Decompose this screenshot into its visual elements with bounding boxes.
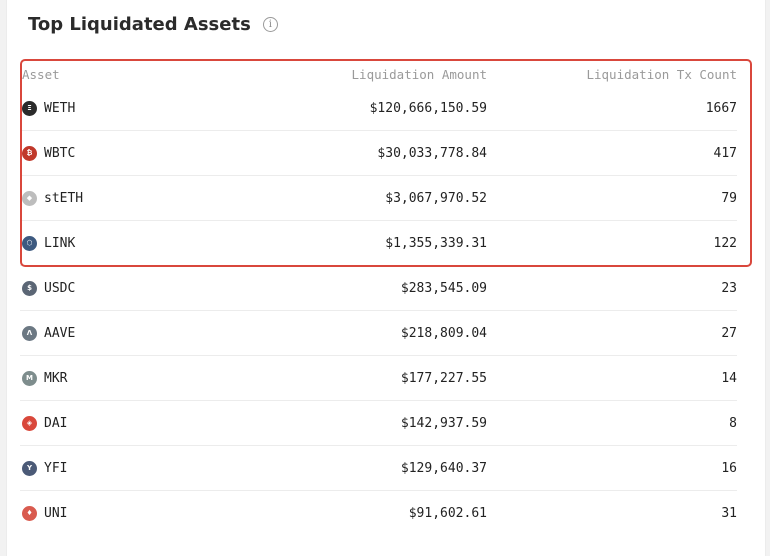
asset-name: MKR xyxy=(44,370,68,386)
liquidation-tx-count: 417 xyxy=(713,145,737,161)
asset-name: LINK xyxy=(44,235,76,251)
asset-cell: ◆ stETH xyxy=(22,176,83,220)
table-row[interactable]: ♦ UNI $91,602.61 31 xyxy=(20,491,737,535)
liquidation-amount: $218,809.04 xyxy=(400,325,487,341)
asset-cell: ⬡ LINK xyxy=(22,221,75,265)
liquidation-amount: $3,067,970.52 xyxy=(385,190,487,206)
liquidation-amount: $120,666,150.59 xyxy=(369,100,487,116)
liquidation-amount: $283,545.09 xyxy=(400,280,487,296)
column-header-count[interactable]: Liquidation Tx Count xyxy=(586,62,737,86)
asset-cell: Λ AAVE xyxy=(22,311,75,355)
steth-icon: ◆ xyxy=(22,190,37,206)
liquidation-tx-count: 16 xyxy=(721,460,737,476)
liquidation-amount: $91,602.61 xyxy=(408,505,487,521)
liquidation-amount: $129,640.37 xyxy=(400,460,487,476)
card-header: Top Liquidated Assets i xyxy=(28,10,278,38)
table-row[interactable]: $ USDC $283,545.09 23 xyxy=(20,266,737,311)
asset-name: DAI xyxy=(44,415,68,431)
liquidation-tx-count: 8 xyxy=(729,415,737,431)
liquidation-tx-count: 14 xyxy=(721,370,737,386)
table-row[interactable]: ⬡ LINK $1,355,339.31 122 xyxy=(20,221,737,266)
table-row[interactable]: M MKR $177,227.55 14 xyxy=(20,356,737,401)
asset-cell: M MKR xyxy=(22,356,67,400)
asset-cell: $ USDC xyxy=(22,266,75,310)
liquidation-amount: $142,937.59 xyxy=(400,415,487,431)
asset-cell: Y YFI xyxy=(22,446,67,490)
asset-cell: ◈ DAI xyxy=(22,401,67,445)
info-icon[interactable]: i xyxy=(262,16,278,32)
table-row[interactable]: Λ AAVE $218,809.04 27 xyxy=(20,311,737,356)
asset-name: YFI xyxy=(44,460,68,476)
aave-icon: Λ xyxy=(22,325,37,341)
table-row[interactable]: ◆ stETH $3,067,970.52 79 xyxy=(20,176,737,221)
asset-name: USDC xyxy=(44,280,76,296)
wbtc-icon: ₿ xyxy=(22,145,37,161)
assets-table: Asset Liquidation Amount Liquidation Tx … xyxy=(20,62,737,535)
asset-cell: Ξ WETH xyxy=(22,86,75,130)
weth-icon: Ξ xyxy=(22,100,37,116)
liquidation-tx-count: 31 xyxy=(721,505,737,521)
liquidation-amount: $30,033,778.84 xyxy=(377,145,487,161)
asset-cell: ₿ WBTC xyxy=(22,131,75,175)
table-row[interactable]: Y YFI $129,640.37 16 xyxy=(20,446,737,491)
dai-icon: ◈ xyxy=(22,415,37,431)
table-row[interactable]: ◈ DAI $142,937.59 8 xyxy=(20,401,737,446)
yfi-icon: Y xyxy=(22,460,37,476)
link-icon: ⬡ xyxy=(22,235,37,251)
mkr-icon: M xyxy=(22,370,37,386)
asset-name: UNI xyxy=(44,505,68,521)
table-header: Asset Liquidation Amount Liquidation Tx … xyxy=(20,62,737,86)
page-title: Top Liquidated Assets xyxy=(28,13,251,35)
liquidation-tx-count: 122 xyxy=(713,235,737,251)
table-body: Ξ WETH $120,666,150.59 1667 ₿ WBTC $30,033,778… xyxy=(20,86,737,535)
liquidation-tx-count: 79 xyxy=(721,190,737,206)
table-row[interactable]: Ξ WETH $120,666,150.59 1667 xyxy=(20,86,737,131)
asset-name: WETH xyxy=(44,100,76,116)
liquidation-amount: $1,355,339.31 xyxy=(385,235,487,251)
usdc-icon: $ xyxy=(22,280,37,296)
asset-name: AAVE xyxy=(44,325,76,341)
liquidation-amount: $177,227.55 xyxy=(400,370,487,386)
liquidation-tx-count: 1667 xyxy=(705,100,737,116)
asset-name: stETH xyxy=(44,190,84,206)
liquidation-tx-count: 27 xyxy=(721,325,737,341)
column-header-amount[interactable]: Liquidation Amount xyxy=(352,62,487,86)
asset-cell: ♦ UNI xyxy=(22,491,67,535)
uni-icon: ♦ xyxy=(22,505,37,521)
column-header-asset[interactable]: Asset xyxy=(22,62,60,86)
asset-name: WBTC xyxy=(44,145,76,161)
liquidation-tx-count: 23 xyxy=(721,280,737,296)
table-row[interactable]: ₿ WBTC $30,033,778.84 417 xyxy=(20,131,737,176)
